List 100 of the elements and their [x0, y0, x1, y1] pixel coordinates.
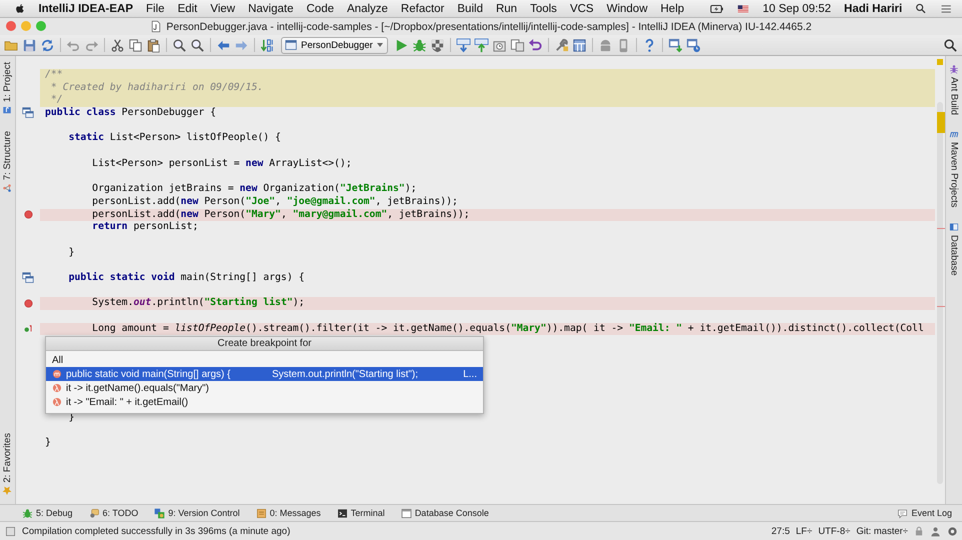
popup-item[interactable]: it -> "Email: " + it.getEmail(): [46, 395, 483, 409]
build-icon[interactable]: [260, 38, 275, 52]
apple-icon[interactable]: [14, 2, 26, 15]
menu-item[interactable]: Tools: [530, 2, 557, 14]
status-message: Compilation completed successfully in 3s 396ms (a minute ago): [22, 526, 290, 536]
menu-item[interactable]: Run: [496, 2, 518, 14]
tool-windows-icon[interactable]: [5, 526, 16, 536]
code-line: public static void main(String[] args) {: [68, 272, 306, 285]
person-icon[interactable]: [930, 526, 941, 536]
sync-icon[interactable]: [40, 38, 55, 52]
tool-window-tab[interactable]: 1: Project: [2, 62, 13, 116]
database-icon: [949, 222, 959, 232]
copy-icon[interactable]: [128, 38, 143, 52]
run-configuration-dropdown[interactable]: PersonDebugger: [281, 36, 388, 54]
compare-icon[interactable]: [510, 38, 525, 52]
window-download-icon[interactable]: [668, 38, 683, 52]
ant-icon: [949, 64, 959, 74]
close-button[interactable]: [6, 21, 16, 31]
menu-item[interactable]: Analyze: [347, 2, 388, 14]
window-icon: [285, 39, 297, 51]
terminal-icon: [336, 508, 348, 518]
code-line: public class PersonDebugger {: [44, 107, 218, 120]
window-clock-icon[interactable]: [686, 38, 701, 52]
code-line: }: [68, 246, 76, 260]
menu-item[interactable]: VCS: [570, 2, 594, 14]
flag-icon[interactable]: [737, 2, 750, 14]
tool-window-tab[interactable]: 7: Structure: [2, 131, 13, 194]
vcs-commit-icon[interactable]: [474, 38, 489, 52]
tool-window-tab[interactable]: Database: [948, 222, 960, 276]
warning-marker[interactable]: [937, 112, 945, 133]
debug-icon[interactable]: [412, 38, 427, 52]
tool-window-tab[interactable]: 9: Version Control: [154, 508, 240, 518]
wrench-icon[interactable]: [554, 38, 569, 52]
breakpoint-dot-icon[interactable]: [23, 324, 33, 334]
popup-item[interactable]: All: [46, 353, 483, 367]
tool-window-tab[interactable]: 5: Debug: [22, 508, 73, 518]
structure-icon: [2, 183, 12, 194]
tool-window-tab[interactable]: Event Log: [897, 508, 952, 518]
breakpoint-icon[interactable]: [22, 209, 34, 220]
caret-position[interactable]: 27:5: [771, 526, 790, 536]
code-line: static List<Person> listOfPeople() {: [68, 132, 282, 146]
magnifier-icon[interactable]: [190, 38, 205, 52]
popup-title: Create breakpoint for: [46, 337, 483, 351]
vcs-branch[interactable]: Git: master÷: [856, 526, 908, 536]
code-line: personList.add(new Person("Joe", "joe@gmail.com", jetBrains));: [91, 196, 459, 209]
menu-item[interactable]: View: [210, 2, 236, 14]
breakpoint-marker: [937, 306, 945, 307]
menu-item[interactable]: Help: [660, 2, 684, 14]
tool-window-tab[interactable]: Database Console: [400, 508, 489, 518]
speech-bubble-icon: [897, 508, 908, 518]
file-icon: [150, 20, 162, 33]
paste-icon[interactable]: [146, 38, 161, 52]
stacked-windows-icon[interactable]: [22, 107, 34, 120]
menu-item[interactable]: Navigate: [248, 2, 294, 14]
star-icon: [2, 486, 12, 496]
code-line: List<Person> personList = new ArrayList<>();: [91, 158, 353, 170]
tool-window-tab[interactable]: Terminal: [336, 508, 385, 518]
grid-icon[interactable]: [572, 38, 587, 52]
tool-window-tab[interactable]: 6: TODO: [88, 508, 138, 518]
menu-item[interactable]: File: [146, 2, 165, 14]
lambda-icon: [52, 383, 62, 393]
stacked-windows-icon[interactable]: [22, 272, 34, 284]
menu-item[interactable]: Code: [306, 2, 334, 14]
revert-icon[interactable]: [528, 38, 543, 52]
search-icon[interactable]: [915, 2, 927, 15]
clock-text[interactable]: 10 Sep 09:52: [762, 2, 832, 14]
user-name[interactable]: Hadi Hariri: [844, 2, 902, 14]
script-m-icon: [949, 129, 959, 140]
vcs-icon: [154, 508, 166, 518]
popup-item[interactable]: it -> it.getName().equals("Mary"): [46, 381, 483, 395]
menu-item[interactable]: Build: [457, 2, 483, 14]
todo-icon: [88, 508, 100, 518]
window-title: PersonDebugger.java - intellij-code-samples - [~/Dropbox/presentations/intellij/intellij-code-samples] - IntelliJ IDEA (Minerva) IU-142.4465.2: [166, 20, 812, 32]
tool-window-tab[interactable]: Ant Build: [948, 64, 960, 116]
console-icon: [400, 508, 412, 518]
vcs-update-icon[interactable]: [456, 38, 471, 52]
code-line: }: [44, 436, 52, 450]
circle-icon[interactable]: [947, 526, 958, 536]
method-icon: [52, 369, 62, 379]
app-menu[interactable]: IntelliJ IDEA-EAP: [38, 2, 134, 14]
cut-icon[interactable]: [110, 38, 125, 52]
search-icon[interactable]: [943, 38, 958, 52]
line-separator[interactable]: LF÷: [796, 526, 812, 536]
save-icon[interactable]: [22, 38, 37, 52]
messages-icon: [256, 508, 267, 518]
lock-icon[interactable]: [914, 526, 924, 536]
menu-item[interactable]: Refactor: [400, 2, 444, 14]
scrollbar[interactable]: [937, 102, 943, 484]
popup-item[interactable]: public static void main(String[] args) { System.out.println("Starting list"); L...: [46, 367, 483, 381]
menu-item[interactable]: Window: [606, 2, 648, 14]
project-icon: [2, 105, 12, 116]
file-encoding[interactable]: UTF-8÷: [818, 526, 850, 536]
breakpoint-icon[interactable]: [22, 298, 34, 310]
checkered-icon[interactable]: [430, 38, 445, 52]
tool-window-tab[interactable]: Maven Projects: [948, 129, 960, 208]
tool-window-tab[interactable]: 0: Messages: [256, 508, 321, 518]
tool-window-tab[interactable]: 2: Favorites: [2, 433, 13, 496]
code-line: Organization jetBrains = new Organization("JetBrains");: [91, 183, 418, 196]
menu-item[interactable]: Edit: [178, 2, 198, 14]
search-icon[interactable]: [172, 38, 187, 52]
